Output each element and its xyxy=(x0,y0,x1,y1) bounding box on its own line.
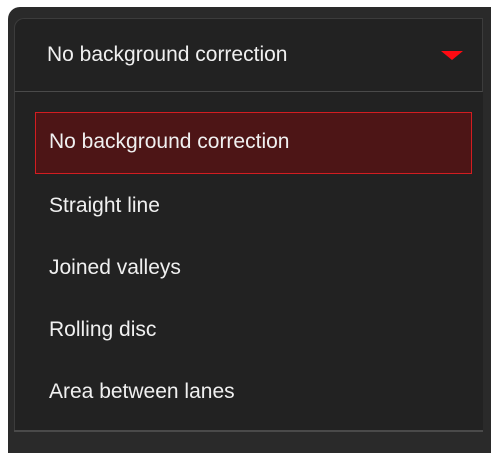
list-divider xyxy=(14,430,483,432)
option-rolling-disc[interactable]: Rolling disc xyxy=(35,300,472,362)
option-no-background-correction[interactable]: No background correction xyxy=(35,112,472,174)
background-correction-select[interactable]: No background correction xyxy=(14,18,483,92)
option-joined-valleys[interactable]: Joined valleys xyxy=(35,238,472,300)
option-label: Area between lanes xyxy=(49,380,235,403)
selected-value: No background correction xyxy=(47,43,288,66)
dropdown-options-list: No background correction Straight line J… xyxy=(14,92,483,430)
option-label: Rolling disc xyxy=(49,318,157,341)
option-straight-line[interactable]: Straight line xyxy=(35,176,472,238)
option-label: Straight line xyxy=(49,194,160,217)
chevron-down-icon[interactable] xyxy=(441,51,463,60)
option-label: No background correction xyxy=(49,130,290,153)
option-area-between-lanes[interactable]: Area between lanes xyxy=(35,362,472,424)
option-label: Joined valleys xyxy=(49,256,181,279)
